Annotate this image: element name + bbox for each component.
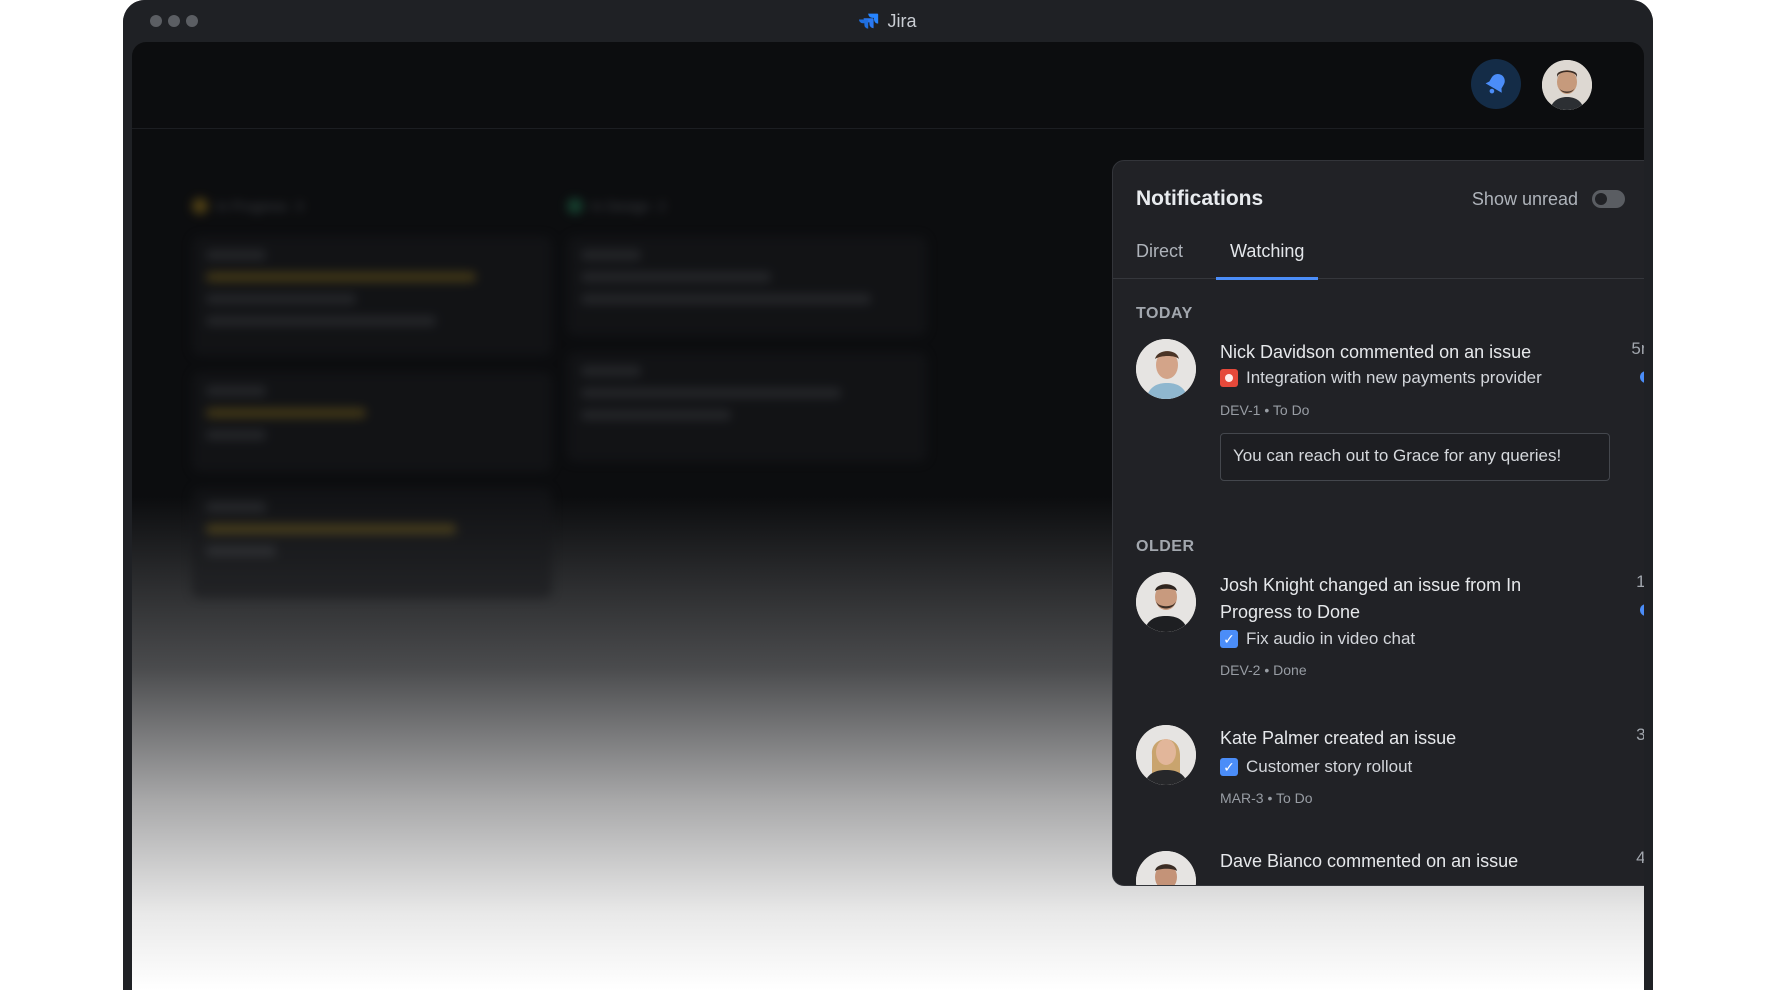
issue-meta: DEV-2 • Done [1220, 662, 1307, 678]
notification-time: 5m [1631, 339, 1644, 358]
panel-title: Notifications [1136, 187, 1264, 210]
notifications-panel: Notifications Show unread Direct Watchin… [1112, 160, 1644, 886]
app-window: Jira In Progress 3 In Design 2 Notificat… [123, 0, 1653, 990]
tab-watching[interactable]: Watching [1215, 241, 1319, 280]
notification-time: 3d [1636, 725, 1644, 745]
issue-link[interactable]: ✓ Fix audio in video chat [1220, 629, 1415, 649]
topbar-divider [132, 128, 1644, 129]
issue-link[interactable]: Integration with new payments provider [1220, 368, 1542, 388]
board-card [192, 372, 552, 472]
avatar [1136, 851, 1196, 885]
board-card [192, 236, 552, 356]
user-avatar-photo [1542, 60, 1592, 110]
board-card [567, 236, 927, 336]
board-column: In Progress 3 [192, 192, 552, 598]
notification-item[interactable]: Dave Bianco commented on an issue 4d [1113, 848, 1644, 885]
issue-link[interactable]: ✓ Customer story rollout [1220, 757, 1412, 777]
issue-meta: DEV-1 • To Do [1220, 402, 1310, 418]
checkbox-task-icon: ✓ [1220, 630, 1238, 648]
checkbox-task-icon: ✓ [1220, 758, 1238, 776]
notification-text: Dave Bianco commented on an issue [1220, 851, 1519, 871]
panel-header: Notifications Show unread [1136, 183, 1644, 215]
user-avatar[interactable] [1542, 60, 1592, 110]
section-older: OLDER [1136, 538, 1195, 555]
notification-time: 1d [1636, 572, 1644, 592]
column-title: In Progress [216, 198, 288, 214]
show-unread-label: Show unread [1471, 188, 1578, 209]
notification-text: Josh Knight changed an issue from In Pro… [1220, 575, 1522, 622]
avatar [1136, 572, 1196, 632]
comment-preview: You can reach out to Grace for any queri… [1220, 433, 1610, 481]
avatar [1136, 725, 1196, 785]
column-title: In Design [591, 198, 651, 214]
board-column: In Design 2 [567, 192, 927, 462]
show-unread-toggle[interactable] [1592, 190, 1625, 208]
tab-direct[interactable]: Direct [1136, 241, 1183, 279]
window-title: Jira [887, 11, 917, 31]
notifications-button[interactable] [1471, 59, 1521, 109]
issue-title: Customer story rollout [1246, 757, 1413, 776]
bell-icon [1485, 74, 1505, 94]
board-background: In Progress 3 In Design 2 [192, 192, 992, 712]
notification-text: Kate Palmer created an issue [1220, 728, 1457, 748]
column-count: 2 [658, 198, 666, 214]
notification-tabs: Direct Watching [1113, 241, 1644, 280]
notification-text: Nick Davidson commented on an issue [1220, 342, 1532, 362]
board-card [192, 488, 552, 598]
board-card [567, 352, 927, 462]
avatar [1136, 339, 1196, 399]
status-dot-icon [567, 198, 583, 214]
unread-indicator [1640, 604, 1644, 616]
notification-time: 4d [1636, 848, 1644, 868]
notification-item[interactable]: Josh Knight changed an issue from In Pro… [1113, 572, 1644, 692]
status-dot-icon [192, 198, 208, 214]
issue-title: Integration with new payments provider [1246, 368, 1542, 387]
column-count: 3 [295, 198, 304, 214]
notification-item[interactable]: Nick Davidson commented on an issue 5m I… [1113, 339, 1644, 499]
issue-title: Fix audio in video chat [1246, 629, 1416, 648]
unread-indicator [1640, 371, 1644, 383]
jira-logo-icon [859, 13, 879, 29]
app-screen: In Progress 3 In Design 2 Notifications … [132, 42, 1644, 990]
notification-item[interactable]: Kate Palmer created an issue 3d ✓ Custom… [1113, 725, 1644, 825]
bug-icon [1220, 369, 1238, 387]
section-today: TODAY [1136, 305, 1193, 322]
title-bar: Jira [123, 0, 1653, 42]
app-title: Jira [123, 11, 1653, 32]
issue-meta: MAR-3 • To Do [1220, 790, 1313, 806]
